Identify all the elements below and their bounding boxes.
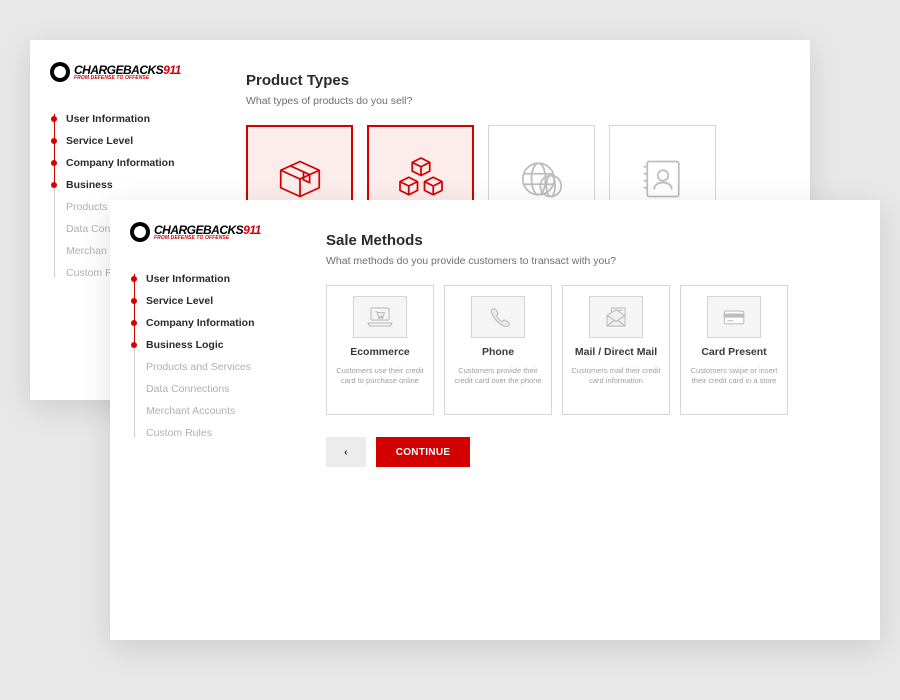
wizard-actions: ‹ CONTINUE bbox=[326, 437, 844, 467]
step-service-level[interactable]: Service Level bbox=[66, 130, 198, 152]
step-products-services[interactable]: Products and Services bbox=[146, 356, 278, 378]
step-custom-rules[interactable]: Custom Rules bbox=[146, 422, 278, 444]
cubes-icon bbox=[393, 151, 449, 207]
option-title: Card Present bbox=[701, 346, 766, 358]
window-sale-methods: CHARGEBACKS911 FROM DEFENSE TO OFFENSE U… bbox=[110, 200, 880, 640]
option-card-present[interactable]: Card Present Customers swipe or insert t… bbox=[680, 285, 788, 415]
section-title: Sale Methods bbox=[326, 232, 844, 249]
option-ecommerce[interactable]: Ecommerce Customers use their credit car… bbox=[326, 285, 434, 415]
logo: CHARGEBACKS911 FROM DEFENSE TO OFFENSE bbox=[50, 62, 198, 82]
box-icon bbox=[272, 151, 328, 207]
back-button[interactable]: ‹ bbox=[326, 437, 366, 467]
continue-button[interactable]: CONTINUE bbox=[376, 437, 470, 467]
step-data-connections[interactable]: Data Connections bbox=[146, 378, 278, 400]
logo-tagline: FROM DEFENSE TO OFFENSE bbox=[74, 76, 181, 81]
logo-wordmark: CHARGEBACKS911 bbox=[74, 64, 181, 76]
logo-wordmark: CHARGEBACKS911 bbox=[154, 224, 261, 236]
step-business[interactable]: Business bbox=[66, 174, 198, 196]
logo: CHARGEBACKS911 FROM DEFENSE TO OFFENSE bbox=[130, 222, 278, 242]
step-business-logic[interactable]: Business Logic bbox=[146, 334, 278, 356]
envelope-icon bbox=[589, 296, 643, 338]
logo-mark-icon bbox=[130, 222, 150, 242]
section-subtitle: What methods do you provide customers to… bbox=[326, 255, 844, 267]
globe-icon bbox=[514, 151, 570, 207]
laptop-cart-icon bbox=[353, 296, 407, 338]
option-desc: Customers swipe or insert their credit c… bbox=[689, 366, 779, 386]
card-icon bbox=[707, 296, 761, 338]
step-company-information[interactable]: Company Information bbox=[66, 152, 198, 174]
step-user-information[interactable]: User Information bbox=[66, 108, 198, 130]
option-desc: Customers provide their credit card over… bbox=[453, 366, 543, 386]
option-title: Ecommerce bbox=[350, 346, 410, 358]
option-title: Mail / Direct Mail bbox=[575, 346, 657, 358]
option-title: Phone bbox=[482, 346, 514, 358]
chevron-left-icon: ‹ bbox=[344, 447, 348, 458]
logo-tagline: FROM DEFENSE TO OFFENSE bbox=[154, 236, 261, 241]
option-desc: Customers use their credit card to purch… bbox=[335, 366, 425, 386]
logo-mark-icon bbox=[50, 62, 70, 82]
section-subtitle: What types of products do you sell? bbox=[246, 95, 774, 107]
option-mail[interactable]: Mail / Direct Mail Customers mail their … bbox=[562, 285, 670, 415]
sidebar: CHARGEBACKS911 FROM DEFENSE TO OFFENSE U… bbox=[110, 200, 290, 640]
wizard-steps: User Information Service Level Company I… bbox=[130, 268, 278, 444]
phone-icon bbox=[471, 296, 525, 338]
main-content: Sale Methods What methods do you provide… bbox=[290, 200, 880, 640]
contact-icon bbox=[635, 151, 691, 207]
step-merchant-accounts[interactable]: Merchant Accounts bbox=[146, 400, 278, 422]
step-company-information[interactable]: Company Information bbox=[146, 312, 278, 334]
sale-method-options: Ecommerce Customers use their credit car… bbox=[326, 285, 844, 415]
section-title: Product Types bbox=[246, 72, 774, 89]
option-desc: Customers mail their credit card informa… bbox=[571, 366, 661, 386]
step-user-information[interactable]: User Information bbox=[146, 268, 278, 290]
option-phone[interactable]: Phone Customers provide their credit car… bbox=[444, 285, 552, 415]
step-service-level[interactable]: Service Level bbox=[146, 290, 278, 312]
